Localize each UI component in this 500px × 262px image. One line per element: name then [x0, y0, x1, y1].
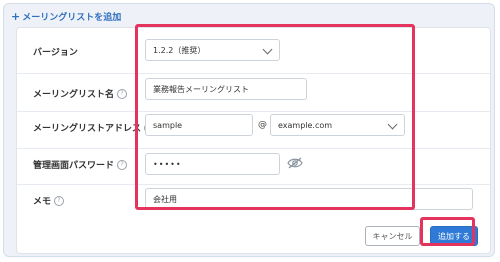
memo-label: メモ ? — [33, 194, 65, 207]
help-icon[interactable]: ? — [117, 159, 128, 170]
version-label-text: バージョン — [33, 48, 78, 58]
address-label-text: メーリングリストアドレス — [33, 124, 142, 134]
password-label-text: 管理画面パスワード — [33, 161, 115, 171]
list-name-label: メーリングリスト名 ? — [33, 87, 128, 100]
plus-icon: + — [11, 10, 21, 23]
panel-title: メーリングリストを追加 — [22, 13, 122, 23]
help-icon[interactable]: ? — [117, 88, 128, 99]
cancel-button[interactable]: キャンセル — [365, 226, 420, 246]
highlight-box-add-button — [420, 217, 475, 246]
password-label: 管理画面パスワード ? — [33, 158, 128, 171]
version-label: バージョン — [33, 45, 78, 58]
highlight-box-fields — [135, 24, 415, 210]
memo-label-text: メモ — [33, 197, 52, 207]
list-name-label-text: メーリングリスト名 — [33, 90, 115, 100]
help-icon[interactable]: ? — [54, 195, 65, 206]
panel-header[interactable]: + メーリングリストを追加 — [11, 10, 121, 23]
